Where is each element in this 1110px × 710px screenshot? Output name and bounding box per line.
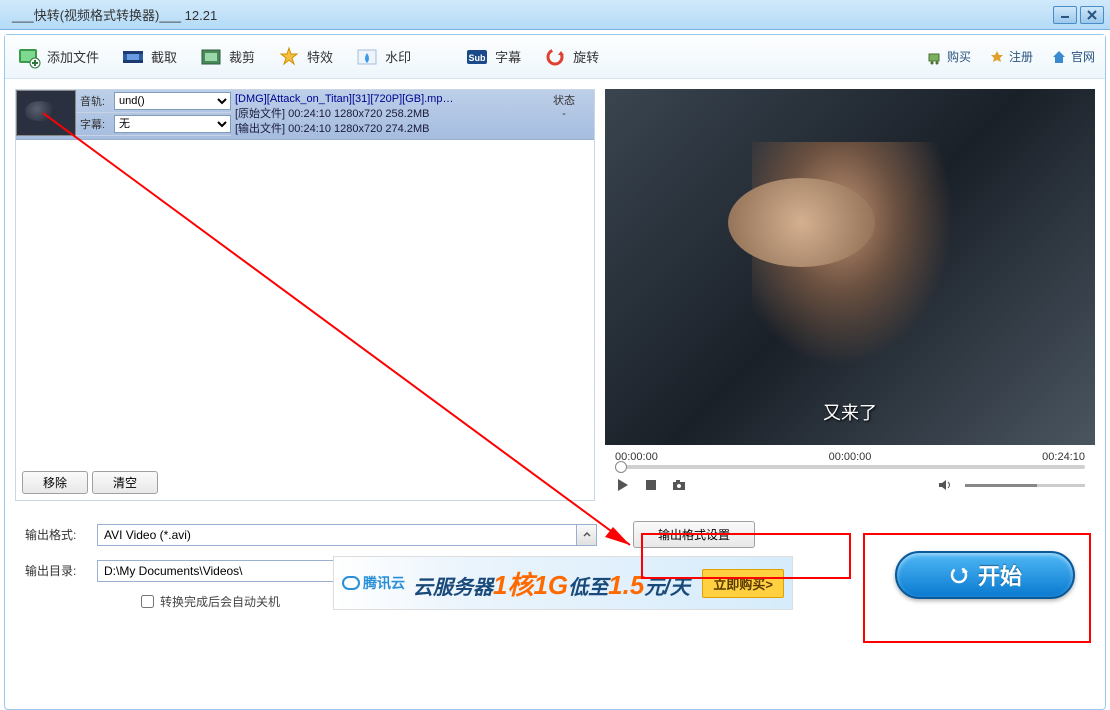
stop-button[interactable] bbox=[643, 477, 659, 493]
ad-buy-button[interactable]: 立即购买> bbox=[702, 569, 784, 598]
crop-label: 裁剪 bbox=[229, 47, 255, 66]
refresh-icon bbox=[948, 564, 970, 586]
effects-button[interactable]: 特效 bbox=[267, 39, 343, 75]
rotate-label: 旋转 bbox=[573, 47, 599, 66]
crop-icon bbox=[199, 45, 223, 69]
status-header: 状态 bbox=[538, 92, 590, 108]
volume-slider[interactable] bbox=[965, 484, 1085, 487]
main-area: 音轨:und() 字幕:无 [DMG][Attack_on_Titan][31]… bbox=[5, 79, 1105, 511]
cut-label: 截取 bbox=[151, 47, 177, 66]
preview-panel: 又来了 00:00:00 00:00:00 00:24:10 bbox=[605, 89, 1095, 501]
start-label: 开始 bbox=[978, 559, 1022, 591]
site-link[interactable]: 官网 bbox=[1043, 44, 1103, 69]
start-button[interactable]: 开始 bbox=[895, 551, 1075, 599]
star-icon bbox=[989, 49, 1005, 65]
window-controls bbox=[1053, 6, 1104, 24]
play-button[interactable] bbox=[615, 477, 631, 493]
remove-button[interactable]: 移除 bbox=[22, 471, 88, 494]
ad-banner[interactable]: 腾讯云 云服务器1核1G低至1.5元/天 立即购买> bbox=[333, 556, 793, 610]
add-file-icon bbox=[17, 45, 41, 69]
preview-subtitle: 又来了 bbox=[605, 399, 1095, 425]
watermark-label: 水印 bbox=[385, 47, 411, 66]
watermark-icon bbox=[355, 45, 379, 69]
subtitle-button[interactable]: Sub 字幕 bbox=[455, 39, 531, 75]
ad-text: 云服务器1核1G低至1.5元/天 bbox=[413, 565, 694, 602]
subtitle-label: 字幕 bbox=[495, 47, 521, 66]
file-row[interactable]: 音轨:und() 字幕:无 [DMG][Attack_on_Titan][31]… bbox=[16, 90, 594, 140]
cart-icon bbox=[927, 49, 943, 65]
titlebar: ___快转(视频格式转换器)___ 12.21 bbox=[0, 0, 1110, 30]
volume-icon[interactable] bbox=[937, 477, 953, 493]
watermark-button[interactable]: 水印 bbox=[345, 39, 421, 75]
subtitle-select[interactable]: 无 bbox=[114, 115, 231, 133]
add-file-button[interactable]: 添加文件 bbox=[7, 39, 109, 75]
rotate-icon bbox=[543, 45, 567, 69]
settings-area: 输出格式: 输出格式设置 输出目录: 设置目录 打开目录 转换完成后会自动关机 bbox=[5, 511, 1105, 620]
file-list-panel: 音轨:und() 字幕:无 [DMG][Attack_on_Titan][31]… bbox=[15, 89, 595, 501]
effects-icon bbox=[277, 45, 301, 69]
rotate-button[interactable]: 旋转 bbox=[533, 39, 609, 75]
cut-icon bbox=[121, 45, 145, 69]
home-icon bbox=[1051, 49, 1067, 65]
effects-label: 特效 bbox=[307, 47, 333, 66]
svg-text:Sub: Sub bbox=[469, 53, 487, 63]
window-title: ___快转(视频格式转换器)___ 12.21 bbox=[6, 5, 1053, 24]
video-preview[interactable]: 又来了 bbox=[605, 89, 1095, 445]
output-format-label: 输出格式: bbox=[25, 526, 85, 543]
output-format-input[interactable] bbox=[97, 524, 577, 546]
seek-slider[interactable] bbox=[615, 465, 1085, 469]
subtitle-icon: Sub bbox=[465, 45, 489, 69]
cut-button[interactable]: 截取 bbox=[111, 39, 187, 75]
cloud-icon bbox=[342, 576, 360, 590]
ad-logo: 腾讯云 bbox=[342, 573, 405, 593]
close-button[interactable] bbox=[1080, 6, 1104, 24]
time-current: 00:00:00 bbox=[829, 451, 872, 463]
format-settings-button[interactable]: 输出格式设置 bbox=[633, 521, 755, 548]
subtitle-track-label: 字幕: bbox=[76, 116, 114, 132]
shutdown-label: 转换完成后会自动关机 bbox=[160, 593, 280, 610]
file-list-body bbox=[16, 140, 594, 465]
snapshot-button[interactable] bbox=[671, 477, 687, 493]
shutdown-checkbox[interactable] bbox=[141, 595, 154, 608]
app-frame: 添加文件 截取 裁剪 特效 水印 Sub 字幕 旋转 购买 注册 官网 bbox=[4, 34, 1106, 710]
file-name: [DMG][Attack_on_Titan][31][720P][GB].mp… bbox=[235, 92, 530, 107]
clear-button[interactable]: 清空 bbox=[92, 471, 158, 494]
register-link[interactable]: 注册 bbox=[981, 44, 1041, 69]
minimize-button[interactable] bbox=[1053, 6, 1077, 24]
toolbar: 添加文件 截取 裁剪 特效 水印 Sub 字幕 旋转 购买 注册 官网 bbox=[5, 35, 1105, 79]
file-thumbnail bbox=[16, 90, 76, 136]
add-file-label: 添加文件 bbox=[47, 47, 99, 66]
file-original-info: [原始文件] 00:24:10 1280x720 258.2MB bbox=[235, 107, 530, 122]
output-format-dropdown[interactable] bbox=[577, 524, 597, 546]
time-end: 00:24:10 bbox=[1042, 451, 1085, 463]
buy-link[interactable]: 购买 bbox=[919, 44, 979, 69]
file-output-info: [输出文件] 00:24:10 1280x720 274.2MB bbox=[235, 122, 530, 137]
audio-select[interactable]: und() bbox=[114, 92, 231, 110]
audio-label: 音轨: bbox=[76, 93, 114, 109]
output-dir-label: 输出目录: bbox=[25, 562, 85, 579]
crop-button[interactable]: 裁剪 bbox=[189, 39, 265, 75]
status-value: - bbox=[538, 108, 590, 120]
